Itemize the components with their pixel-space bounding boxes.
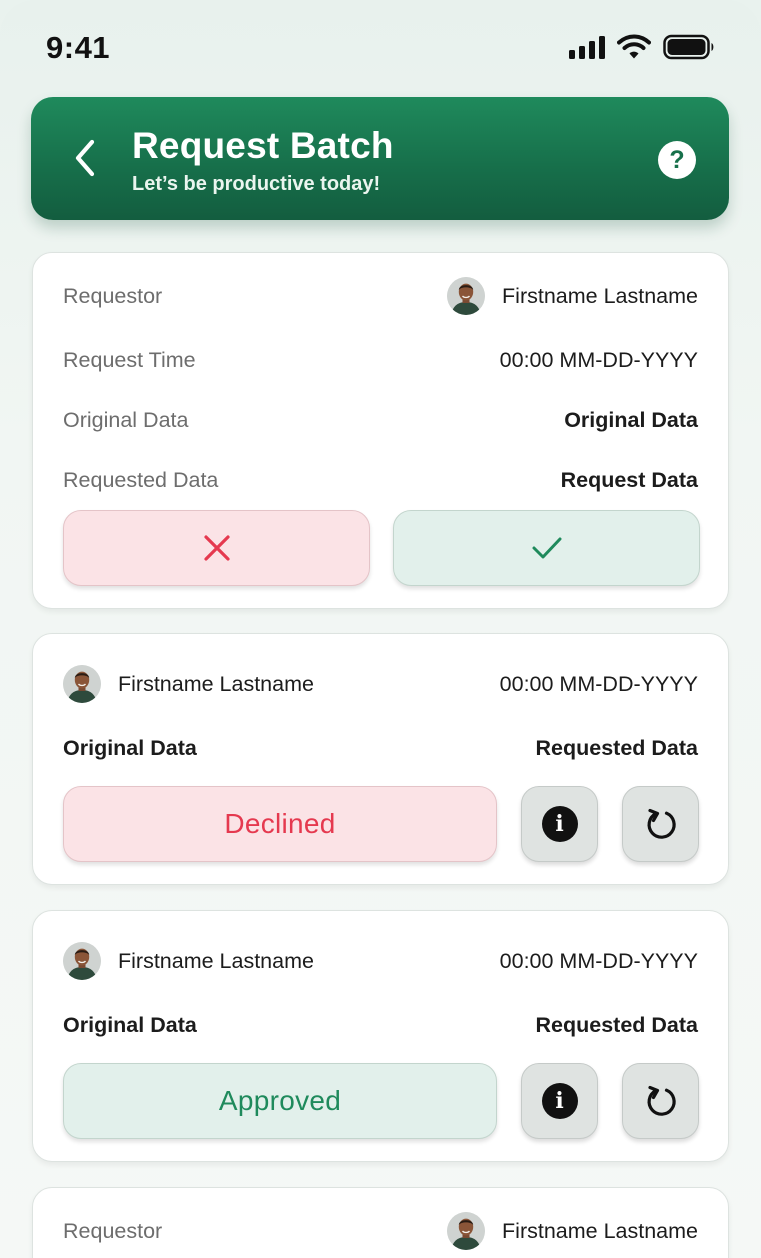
- decline-button[interactable]: [63, 510, 370, 586]
- requestor-name: Firstname Lastname: [502, 1218, 698, 1243]
- history-time: 00:00 MM-DD-YYYY: [499, 948, 698, 973]
- history-header-row: Firstname Lastname 00:00 MM-DD-YYYY: [63, 665, 698, 703]
- history-user-name: Firstname Lastname: [118, 948, 314, 973]
- requested-data-row: Requested Data Request Data: [63, 462, 698, 498]
- page-subtitle: Let’s be productive today!: [132, 173, 381, 195]
- pending-request-card-partial: Requestor Firstname Lastname: [32, 1187, 729, 1258]
- history-header-row: Firstname Lastname 00:00 MM-DD-YYYY: [63, 942, 698, 980]
- approved-status-badge: Approved: [63, 1063, 497, 1139]
- original-data-label: Original Data: [63, 407, 189, 432]
- page-title: Request Batch: [132, 125, 394, 166]
- revert-button[interactable]: [622, 1063, 699, 1139]
- page-header: Request Batch Let’s be productive today!…: [31, 97, 729, 220]
- status-icons: [569, 34, 715, 60]
- info-button[interactable]: i: [521, 1063, 598, 1139]
- question-icon: ?: [669, 145, 685, 174]
- approve-button[interactable]: [393, 510, 700, 586]
- info-icon: i: [541, 806, 578, 842]
- request-time-value: 00:00 MM-DD-YYYY: [499, 347, 698, 372]
- requestor-user: Firstname Lastname: [447, 277, 698, 315]
- chevron-left-icon: [75, 139, 95, 177]
- avatar: [447, 277, 486, 315]
- back-button[interactable]: [65, 135, 105, 181]
- history-card-declined: Firstname Lastname 00:00 MM-DD-YYYY Orig…: [32, 633, 729, 885]
- x-icon: [203, 535, 230, 561]
- avatar: [63, 942, 101, 980]
- history-user: Firstname Lastname: [63, 665, 314, 703]
- requestor-label: Requestor: [63, 1218, 163, 1243]
- history-card-approved: Firstname Lastname 00:00 MM-DD-YYYY Orig…: [32, 910, 729, 1162]
- history-data-row: Original Data Requested Data: [63, 730, 698, 766]
- status-label: Approved: [218, 1085, 342, 1116]
- requested-data-label: Requested Data: [63, 467, 219, 492]
- requestor-row: Requestor Firstname Lastname: [63, 277, 698, 315]
- undo-icon: [641, 804, 681, 844]
- requested-data-value: Request Data: [560, 467, 698, 492]
- wifi-icon: [617, 34, 651, 59]
- history-data-row: Original Data Requested Data: [63, 1007, 698, 1043]
- original-data-value: Original Data: [564, 407, 698, 432]
- help-button[interactable]: ?: [658, 141, 696, 179]
- status-time: 9:41: [46, 30, 111, 65]
- signal-icon: [569, 35, 605, 59]
- info-icon: i: [541, 1083, 578, 1119]
- requestor-user: Firstname Lastname: [447, 1212, 698, 1250]
- avatar: [447, 1212, 486, 1250]
- request-time-row: Request Time 00:00 MM-DD-YYYY: [63, 342, 698, 378]
- requestor-row: Requestor Firstname Lastname: [63, 1212, 698, 1250]
- request-time-label: Request Time: [63, 347, 196, 372]
- status-label: Declined: [224, 808, 336, 839]
- declined-status-badge: Declined: [63, 786, 497, 862]
- original-data-row: Original Data Original Data: [63, 402, 698, 438]
- requestor-label: Requestor: [63, 283, 163, 308]
- undo-icon: [641, 1081, 681, 1121]
- status-bar: 9:41: [0, 0, 761, 96]
- check-icon: [532, 537, 561, 559]
- history-requested-data: Requested Data: [535, 1012, 699, 1037]
- history-original-data: Original Data: [63, 1012, 197, 1037]
- revert-button[interactable]: [622, 786, 699, 862]
- avatar: [63, 665, 101, 703]
- history-time: 00:00 MM-DD-YYYY: [499, 671, 698, 696]
- history-original-data: Original Data: [63, 735, 197, 760]
- history-user-name: Firstname Lastname: [118, 671, 314, 696]
- battery-icon: [663, 34, 714, 60]
- app-screen: 9:41 Request Batch Let’s be productive t…: [0, 0, 761, 1258]
- history-requested-data: Requested Data: [535, 735, 699, 760]
- pending-request-card: Requestor Firstname Lastname Request Tim…: [32, 252, 729, 609]
- requestor-name: Firstname Lastname: [502, 283, 698, 308]
- history-user: Firstname Lastname: [63, 942, 314, 980]
- info-button[interactable]: i: [521, 786, 598, 862]
